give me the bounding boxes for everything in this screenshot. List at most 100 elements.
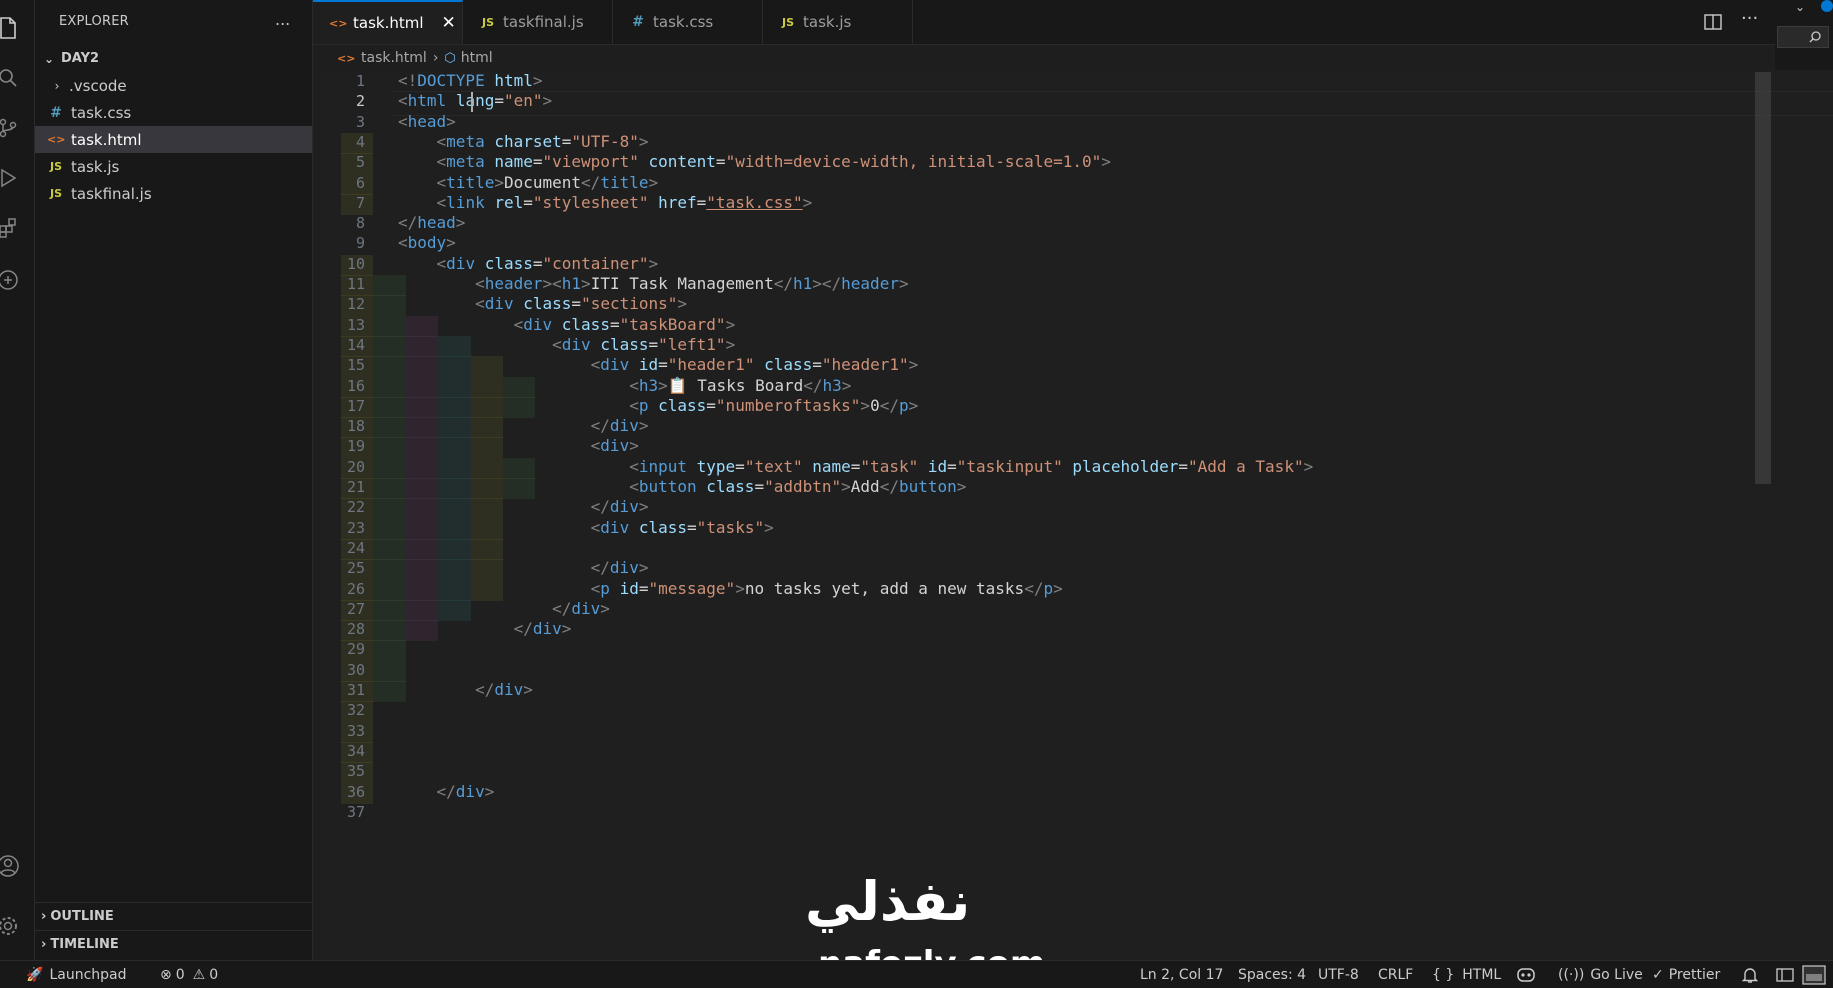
code-line[interactable]: <!DOCTYPE html> bbox=[398, 71, 543, 90]
tab-label: task.html bbox=[353, 14, 424, 32]
braces-icon: { } bbox=[1432, 966, 1455, 983]
extensions-icon[interactable] bbox=[0, 214, 22, 242]
code-line[interactable]: <p class="numberoftasks">0</p> bbox=[398, 396, 918, 415]
code-line[interactable]: <meta charset="UTF-8"> bbox=[398, 132, 649, 151]
code-editor[interactable]: 1 2 3 4 5 6 7 8 9 10 11 12 13 14 15 16 17 18 19 20 21 22 23 24 2… bbox=[313, 70, 1833, 960]
line-number: 30 bbox=[346, 660, 365, 679]
code-line[interactable]: </div> bbox=[398, 558, 649, 577]
warnings-count: 0 bbox=[209, 966, 219, 983]
code-line[interactable]: <body> bbox=[398, 233, 456, 252]
code-line[interactable]: </div> bbox=[398, 782, 495, 801]
end-of-line[interactable]: CRLF bbox=[1378, 961, 1413, 988]
indent-guide bbox=[470, 538, 503, 560]
html-file-icon: <> bbox=[47, 133, 66, 146]
problems-item[interactable]: ⊗ 0 ⚠ 0 bbox=[160, 961, 218, 988]
explorer-title: EXPLORER bbox=[59, 14, 129, 29]
code-line[interactable]: <div id="header1" class="header1"> bbox=[398, 355, 919, 374]
tree-item-task-html[interactable]: <> task.html bbox=[35, 126, 312, 153]
code-line[interactable]: </div> bbox=[398, 599, 610, 618]
split-editor-icon[interactable] bbox=[1703, 12, 1723, 36]
line-number: 14 bbox=[346, 335, 365, 354]
remote-icon[interactable] bbox=[0, 266, 22, 294]
code-line[interactable]: </div> bbox=[398, 497, 649, 516]
notification-dot-icon bbox=[1821, 0, 1833, 12]
encoding[interactable]: UTF-8 bbox=[1318, 961, 1359, 988]
indentation[interactable]: Spaces: 4 bbox=[1238, 961, 1306, 988]
go-live-button[interactable]: ((·)) Go Live bbox=[1558, 961, 1643, 988]
run-debug-icon[interactable] bbox=[0, 164, 22, 192]
tree-item-task-css[interactable]: # task.css bbox=[35, 99, 312, 126]
rocket-icon: 🚀 bbox=[26, 966, 44, 983]
prettier-item[interactable]: ✓ Prettier bbox=[1652, 961, 1720, 988]
current-line-highlight bbox=[393, 91, 1833, 117]
line-number: 17 bbox=[346, 396, 365, 415]
code-line[interactable]: </head> bbox=[398, 213, 465, 232]
line-number: 33 bbox=[346, 721, 365, 740]
source-control-icon[interactable] bbox=[0, 114, 22, 142]
code-line[interactable]: <title>Document</title> bbox=[398, 173, 659, 192]
code-line[interactable]: </div> bbox=[398, 416, 649, 435]
code-line[interactable]: <header><h1>ITI Task Management</h1></he… bbox=[398, 274, 909, 293]
account-icon[interactable] bbox=[0, 852, 22, 880]
code-line[interactable]: <div> bbox=[398, 436, 639, 455]
code-line[interactable]: <head> bbox=[398, 112, 456, 131]
code-line[interactable]: <input type="text" name="task" id="taski… bbox=[398, 457, 1313, 476]
settings-icon[interactable] bbox=[0, 912, 22, 940]
search-icon[interactable] bbox=[0, 64, 22, 92]
chevron-down-icon[interactable]: ⌄ bbox=[1795, 0, 1805, 14]
code-line[interactable]: <p id="message">no tasks yet, add a new … bbox=[398, 579, 1063, 598]
code-line[interactable]: </div> bbox=[398, 680, 533, 699]
bell-icon[interactable] bbox=[1742, 961, 1758, 988]
more-icon[interactable]: ··· bbox=[1741, 8, 1758, 29]
code-line[interactable]: <h3>📋 Tasks Board</h3> bbox=[398, 376, 851, 395]
tree-item-label: task.js bbox=[71, 157, 120, 176]
indent-guide bbox=[373, 640, 406, 662]
editor-scrollbar[interactable] bbox=[1755, 72, 1771, 484]
line-number: 5 bbox=[355, 153, 365, 172]
css-file-icon: # bbox=[50, 104, 62, 121]
language-mode[interactable]: { } HTML bbox=[1432, 961, 1501, 988]
outline-section[interactable]: › OUTLINE bbox=[35, 902, 312, 930]
indent-guide bbox=[405, 538, 439, 560]
code-line[interactable]: <div class="sections"> bbox=[398, 294, 687, 313]
code-line[interactable]: <link rel="stylesheet" href="task.css"> bbox=[398, 193, 813, 212]
line-number: 8 bbox=[355, 214, 365, 233]
line-number: 22 bbox=[346, 498, 365, 517]
search-icon[interactable] bbox=[1777, 26, 1829, 48]
code-line[interactable]: </div> bbox=[398, 619, 572, 638]
launchpad-item[interactable]: 🚀 Launchpad bbox=[26, 961, 127, 988]
line-number: 3 bbox=[355, 112, 365, 131]
tree-item-label: task.css bbox=[71, 103, 132, 122]
code-line[interactable]: <div class="taskBoard"> bbox=[398, 315, 736, 334]
timeline-section[interactable]: › TIMELINE bbox=[35, 930, 312, 958]
tree-item-label: task.html bbox=[71, 130, 142, 149]
breadcrumb-symbol[interactable]: html bbox=[461, 50, 493, 66]
js-file-icon: JS bbox=[49, 187, 62, 200]
panel-toggle-icon[interactable] bbox=[1802, 961, 1826, 988]
html-file-icon: <> bbox=[329, 16, 348, 30]
code-line[interactable]: <html lang="en"> bbox=[398, 91, 552, 110]
warning-icon: ⚠ bbox=[192, 966, 206, 983]
layout-icon[interactable] bbox=[1776, 961, 1794, 988]
tab-task-css[interactable]: # task.css bbox=[613, 0, 763, 44]
tab-label: task.js bbox=[803, 13, 852, 31]
tab-task-html[interactable]: <> task.html ✕ bbox=[313, 0, 463, 44]
tree-item-task-js[interactable]: JS task.js bbox=[35, 153, 312, 180]
explorer-more-icon[interactable]: ... bbox=[275, 10, 290, 29]
cursor-position[interactable]: Ln 2, Col 17 bbox=[1140, 961, 1223, 988]
code-line[interactable]: <meta name="viewport" content="width=dev… bbox=[398, 152, 1111, 171]
code-line[interactable]: <div class="tasks"> bbox=[398, 518, 774, 537]
code-line[interactable]: <button class="addbtn">Add</button> bbox=[398, 477, 966, 496]
code-line[interactable]: <div class="left1"> bbox=[398, 335, 735, 354]
code-line[interactable]: <div class="container"> bbox=[398, 254, 659, 273]
tree-item-vscode[interactable]: › .vscode bbox=[35, 72, 312, 99]
tree-item-taskfinal-js[interactable]: JS taskfinal.js bbox=[35, 180, 312, 207]
line-number: 21 bbox=[346, 478, 365, 496]
files-icon[interactable] bbox=[0, 14, 22, 42]
close-icon[interactable]: ✕ bbox=[442, 13, 456, 33]
folder-day2[interactable]: ⌄ DAY2 bbox=[35, 45, 312, 72]
tab-task-js[interactable]: JS task.js bbox=[763, 0, 913, 44]
copilot-icon[interactable] bbox=[1516, 961, 1536, 988]
tab-taskfinal-js[interactable]: JS taskfinal.js bbox=[463, 0, 613, 44]
breadcrumb-file[interactable]: task.html bbox=[361, 50, 427, 66]
